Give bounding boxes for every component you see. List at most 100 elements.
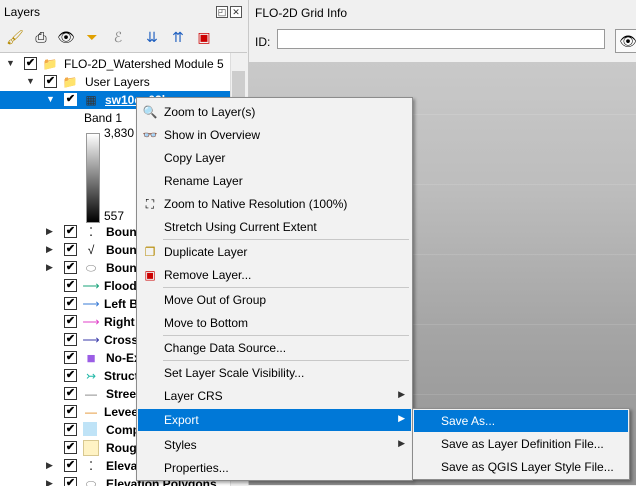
layer-checkbox[interactable]: ✔ (64, 279, 77, 292)
eye-icon[interactable]: 👁 (615, 29, 636, 53)
layer-context-menu: 🔍 Zoom to Layer(s) 👓 Show in Overview Co… (136, 97, 413, 481)
visibility-eye-icon[interactable]: 👁 (56, 27, 76, 47)
filter-icon[interactable]: ⏷ (82, 27, 102, 47)
menu-item-label: Export (164, 413, 199, 427)
fill-swatch-icon: □ (83, 440, 99, 456)
menu-properties[interactable]: Properties... (138, 457, 411, 479)
id-label: ID: (255, 35, 271, 49)
menu-show-in-overview[interactable]: 👓 Show in Overview (138, 124, 411, 146)
line-swatch-icon: — (85, 387, 97, 401)
layer-checkbox[interactable]: ✔ (64, 261, 77, 274)
menu-remove-layer[interactable]: ▣ Remove Layer... (138, 264, 411, 286)
overview-glasses-icon: 👓 (142, 128, 158, 142)
layer-checkbox[interactable]: ✔ (64, 225, 77, 238)
menu-item-label: Move to Bottom (164, 316, 249, 330)
group-folder-icon: 📁 (42, 57, 58, 71)
menu-layer-crs[interactable]: Layer CRS ▶ (138, 385, 411, 407)
layer-checkbox[interactable]: ✔ (44, 75, 57, 88)
fill-swatch-icon: □ (83, 422, 97, 436)
layer-checkbox[interactable]: ✔ (64, 243, 77, 256)
group-folder-icon: 📁 (62, 75, 78, 89)
menu-zoom-to-layer[interactable]: 🔍 Zoom to Layer(s) (138, 101, 411, 123)
menu-save-qgis-style[interactable]: Save as QGIS Layer Style File... (414, 456, 628, 478)
submenu-arrow-icon: ▶ (398, 438, 405, 448)
menu-copy-layer[interactable]: Copy Layer (138, 147, 411, 169)
layer-checkbox[interactable]: ✔ (64, 93, 77, 106)
menu-change-data-source[interactable]: Change Data Source... (138, 337, 411, 359)
tree-item-label: Flood (104, 279, 137, 293)
arrow-line-icon: ⟶ (82, 315, 100, 329)
filter-expression-icon[interactable]: ℰ (108, 27, 128, 47)
fill-swatch-icon: ■ (86, 349, 96, 367)
legend-max-value: 3,830 (104, 126, 135, 140)
tree-item-label: Roug (106, 441, 137, 455)
tree-item-label: FLO-2D_Watershed Module 5 (64, 57, 224, 71)
menu-separator (163, 239, 409, 240)
tree-group-flo2d[interactable]: ▼ ✔ 📁 FLO-2D_Watershed Module 5 (0, 55, 247, 73)
layer-checkbox[interactable]: ✔ (64, 387, 77, 400)
expand-all-icon[interactable]: ⇊ (142, 27, 162, 47)
menu-item-label: Rename Layer (164, 174, 243, 188)
grid-id-input[interactable] (277, 29, 605, 49)
menu-item-label: Move Out of Group (164, 293, 267, 307)
tree-item-label: Right (104, 315, 135, 329)
layer-checkbox[interactable]: ✔ (64, 333, 77, 346)
layer-checkbox[interactable]: ✔ (24, 57, 37, 70)
collapse-arrow-icon[interactable]: ▼ (6, 58, 15, 68)
menu-duplicate-layer[interactable]: ❐ Duplicate Layer (138, 241, 411, 263)
tree-item-label: Cross (104, 333, 139, 347)
menu-styles[interactable]: Styles ▶ (138, 434, 411, 456)
tree-item-label: Struct (104, 369, 139, 383)
menu-move-to-bottom[interactable]: Move to Bottom (138, 312, 411, 334)
layer-checkbox[interactable]: ✔ (64, 441, 77, 454)
menu-export[interactable]: Export ▶ (138, 409, 411, 431)
submenu-arrow-icon: ▶ (398, 413, 405, 423)
collapse-arrow-icon[interactable]: ▼ (46, 94, 55, 104)
layer-checkbox[interactable]: ✔ (64, 315, 77, 328)
collapse-all-icon[interactable]: ⇈ (168, 27, 188, 47)
expand-arrow-icon[interactable]: ▶ (46, 226, 53, 237)
menu-separator (163, 335, 409, 336)
style-manager-icon[interactable]: 🖌 (5, 27, 25, 47)
tree-group-user-layers[interactable]: ▼ ✔ 📁 User Layers (0, 73, 247, 91)
menu-item-label: Duplicate Layer (164, 245, 248, 259)
menu-rename-layer[interactable]: Rename Layer (138, 170, 411, 192)
layers-toolbar: 🖌 ⎙ 👁 ⏷ ℰ ⇊ ⇈ ▣ (0, 24, 247, 50)
zoom-icon: 🔍 (142, 105, 158, 119)
layer-checkbox[interactable]: ✔ (64, 459, 77, 472)
menu-scale-visibility[interactable]: Set Layer Scale Visibility... (138, 362, 411, 384)
menu-item-label: Layer CRS (164, 389, 223, 403)
layer-checkbox[interactable]: ✔ (64, 423, 77, 436)
add-group-icon[interactable]: ⎙ (31, 27, 51, 47)
menu-zoom-native[interactable]: ⛶ Zoom to Native Resolution (100%) (138, 193, 411, 215)
expand-arrow-icon[interactable]: ▶ (46, 244, 53, 255)
collapse-arrow-icon[interactable]: ▼ (26, 76, 35, 86)
duplicate-icon: ❐ (144, 245, 156, 259)
menu-save-as[interactable]: Save As... (414, 410, 628, 432)
arrow-line-icon: ⟶ (82, 297, 100, 311)
layer-checkbox[interactable]: ✔ (64, 297, 77, 310)
point-layer-icon: ⁚ (89, 459, 93, 473)
menu-item-label: Zoom to Native Resolution (100%) (164, 197, 348, 211)
menu-item-label: Show in Overview (164, 128, 261, 142)
menu-item-label: Remove Layer... (164, 268, 252, 282)
layer-checkbox[interactable]: ✔ (64, 351, 77, 364)
legend-gradient (86, 133, 100, 223)
menu-item-label: Save as QGIS Layer Style File... (441, 460, 614, 474)
line-layer-icon: √ (87, 243, 95, 257)
layer-checkbox[interactable]: ✔ (64, 369, 77, 382)
close-panel-icon[interactable]: ✕ (230, 6, 242, 18)
float-panel-icon[interactable]: ◰ (216, 6, 228, 18)
menu-separator (163, 287, 409, 288)
expand-arrow-icon[interactable]: ▶ (46, 460, 53, 471)
expand-arrow-icon[interactable]: ▶ (46, 262, 53, 273)
layer-checkbox[interactable]: ✔ (64, 405, 77, 418)
menu-item-label: Stretch Using Current Extent (164, 220, 317, 234)
remove-layer-icon[interactable]: ▣ (194, 27, 214, 47)
submenu-arrow-icon: ▶ (398, 389, 405, 399)
menu-save-layer-definition[interactable]: Save as Layer Definition File... (414, 433, 628, 455)
menu-stretch-extent[interactable]: Stretch Using Current Extent (138, 216, 411, 238)
polygon-layer-icon: ⬭ (85, 260, 97, 275)
menu-move-out-of-group[interactable]: Move Out of Group (138, 289, 411, 311)
menu-item-label: Copy Layer (164, 151, 226, 165)
